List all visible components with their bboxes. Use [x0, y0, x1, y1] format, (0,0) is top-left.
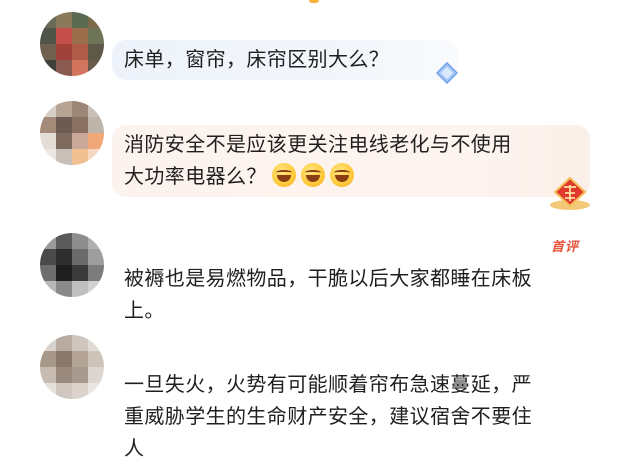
avatar-pixel: [88, 149, 104, 165]
avatar-pixel: [88, 383, 104, 399]
comment-text-line: 上。: [124, 298, 165, 322]
avatar-pixel: [56, 12, 72, 28]
avatar-pixel: [72, 60, 88, 76]
avatar-pixel: [56, 117, 72, 133]
avatar-pixel: [56, 28, 72, 44]
avatar-pixel: [72, 133, 88, 149]
comment-item: 一旦失火，火势有可能顺着帘布急速蔓延，严 重威胁学生的生命财产安全，建议宿舍不要…: [0, 335, 640, 469]
avatar[interactable]: [40, 335, 104, 399]
comment-bubble[interactable]: 消防安全不是应该更关注电线老化与不使用 大功率电器么？: [112, 125, 590, 197]
comment-bubble[interactable]: 床单，窗帘，床帘区别大么？: [112, 40, 458, 80]
avatar-pixel: [88, 28, 104, 44]
comment-text-line: 重威胁学生的生命财产安全，建议宿舍不要住: [124, 404, 532, 428]
comment-text-line: 被褥也是易燃物品，干脆以后大家都睡在床板: [124, 266, 532, 290]
avatar-pixel: [88, 351, 104, 367]
avatar-pixel: [56, 60, 72, 76]
avatar-pixel: [72, 233, 88, 249]
avatar-pixel: [72, 351, 88, 367]
avatar-pixel: [56, 351, 72, 367]
avatar-pixel: [40, 335, 56, 351]
avatar-pixel: [88, 12, 104, 28]
avatar-pixel: [72, 335, 88, 351]
comment-text-line: 大功率电器么？: [124, 164, 267, 188]
avatar-pixel: [72, 28, 88, 44]
comment-bubble[interactable]: 被褥也是易燃物品，干脆以后大家都睡在床板 上。: [112, 259, 590, 331]
avatar-pixel: [88, 44, 104, 60]
laughing-tears-emoji-icon: [271, 163, 296, 187]
comment-bubble[interactable]: 一旦失火，火势有可能顺着帘布急速蔓延，严 重威胁学生的生命财产安全，建议宿舍不要…: [112, 365, 590, 469]
avatar-pixel: [56, 383, 72, 399]
avatar-pixel: [88, 233, 104, 249]
avatar-pixel: [72, 249, 88, 265]
avatar-pixel: [56, 249, 72, 265]
avatar-pixel: [88, 101, 104, 117]
comment-text: 床单，窗帘，床帘区别大么？: [124, 47, 390, 71]
comment-item: 首评 被褥也是易燃物品，干脆以后大家都睡在床板 上。: [0, 225, 640, 335]
avatar-pixel: [88, 249, 104, 265]
avatar-pixel: [88, 265, 104, 281]
avatar-pixel: [56, 367, 72, 383]
comment-text-line: 大功率电器么？: [124, 161, 354, 192]
avatar-pixel: [72, 367, 88, 383]
avatar-pixel: [56, 149, 72, 165]
avatar-pixel: [40, 383, 56, 399]
avatar-pixel: [88, 335, 104, 351]
comment-item: 床单，窗帘，床帘区别大么？: [0, 0, 640, 95]
avatar-pixel: [56, 101, 72, 117]
fu-decoration-icon: [550, 176, 590, 210]
avatar-pixel: [72, 265, 88, 281]
avatar-pixel: [72, 101, 88, 117]
avatar-pixel: [56, 133, 72, 149]
avatar-pixel: [40, 233, 56, 249]
avatar-pixel: [40, 117, 56, 133]
avatar[interactable]: [40, 101, 104, 165]
avatar-pixel: [40, 101, 56, 117]
avatar-pixel: [40, 249, 56, 265]
avatar-pixel: [40, 351, 56, 367]
avatar-pixel: [40, 44, 56, 60]
avatar-pixel: [88, 367, 104, 383]
comment-text-line: 消防安全不是应该更关注电线老化与不使用: [124, 132, 512, 156]
avatar[interactable]: [40, 233, 104, 297]
diamond-badge-icon: [436, 62, 458, 84]
avatar[interactable]: [40, 12, 104, 76]
avatar-pixel: [72, 12, 88, 28]
avatar-pixel: [72, 383, 88, 399]
avatar-pixel: [72, 44, 88, 60]
comment-text-line: 人: [124, 436, 145, 460]
avatar-pixel: [40, 281, 56, 297]
avatar-pixel: [88, 117, 104, 133]
avatar-pixel: [72, 281, 88, 297]
first-comment-badge: 首评: [551, 240, 580, 255]
avatar-pixel: [56, 281, 72, 297]
avatar-pixel: [56, 44, 72, 60]
comment-text-line: 一旦失火，火势有可能顺着帘布急速蔓延，严: [124, 372, 532, 396]
laughing-tears-emoji-icon: [329, 163, 354, 187]
laughing-tears-emoji-icon: [300, 163, 325, 187]
avatar-pixel: [40, 60, 56, 76]
avatar-pixel: [88, 133, 104, 149]
comment-item: 消防安全不是应该更关注电线老化与不使用 大功率电器么？: [0, 95, 640, 210]
avatar-pixel: [72, 117, 88, 133]
avatar-pixel: [56, 335, 72, 351]
avatar-pixel: [56, 233, 72, 249]
avatar-pixel: [56, 265, 72, 281]
avatar-pixel: [72, 149, 88, 165]
avatar-pixel: [40, 12, 56, 28]
avatar-pixel: [40, 367, 56, 383]
avatar-pixel: [40, 133, 56, 149]
avatar-pixel: [40, 265, 56, 281]
avatar-pixel: [40, 28, 56, 44]
avatar-pixel: [40, 149, 56, 165]
avatar-pixel: [88, 281, 104, 297]
avatar-pixel: [88, 60, 104, 76]
